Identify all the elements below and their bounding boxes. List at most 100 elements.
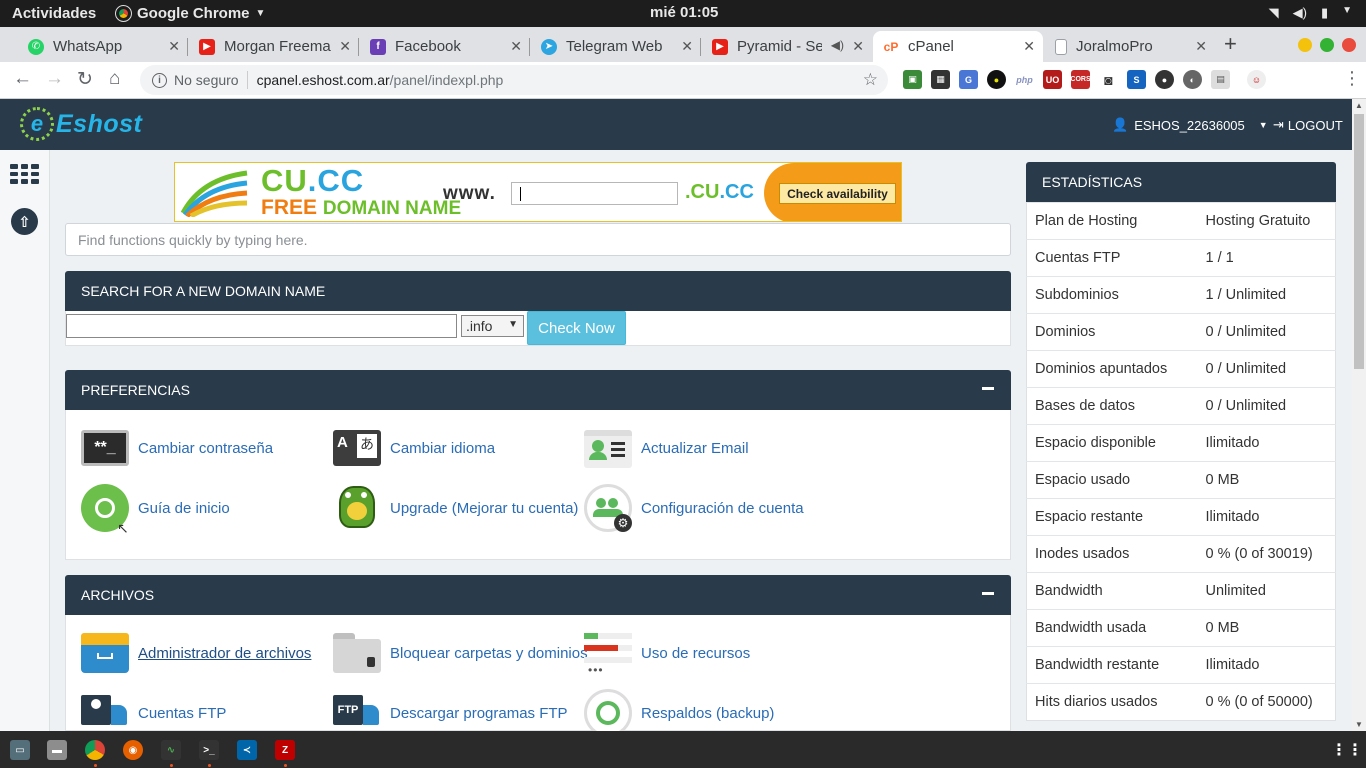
- collapse-icon[interactable]: [982, 592, 994, 595]
- collapse-icon[interactable]: [982, 387, 994, 390]
- maximize-button[interactable]: [1320, 38, 1334, 52]
- resource-usage-item[interactable]: ••• Uso de recursos: [584, 629, 750, 677]
- logout-button[interactable]: ⇥ LOGOUT: [1273, 117, 1343, 133]
- account-settings-item[interactable]: ⚙ Configuración de cuenta: [584, 484, 804, 532]
- security-label[interactable]: No seguro: [174, 72, 239, 88]
- back-button[interactable]: ←: [13, 68, 32, 90]
- stats-value: 0 % (0 of 30019): [1197, 535, 1336, 573]
- close-icon[interactable]: ✕: [168, 38, 180, 55]
- tab-youtube-morgan[interactable]: ▶ Morgan Freema ✕: [189, 31, 359, 62]
- tab-joralmopro[interactable]: JoralmoPro ✕: [1045, 31, 1215, 62]
- getting-started-item[interactable]: ↖ Guía de inicio: [81, 484, 230, 536]
- quick-find-input[interactable]: Find functions quickly by typing here.: [65, 223, 1011, 256]
- directory-privacy-item[interactable]: Bloquear carpetas y dominios: [333, 629, 588, 677]
- tab-label: Pyramid - Se: [737, 38, 822, 55]
- item-label: Actualizar Email: [641, 439, 749, 457]
- stats-value: Ilimitado: [1197, 646, 1336, 684]
- close-icon[interactable]: ✕: [852, 38, 864, 55]
- extension-icon[interactable]: ◐: [1183, 70, 1202, 89]
- profile-avatar[interactable]: ☺: [1247, 70, 1266, 89]
- tab-label: Morgan Freema: [224, 38, 331, 55]
- apps-grid-icon[interactable]: [10, 164, 39, 184]
- files-icon[interactable]: ▬: [47, 740, 67, 760]
- app-menu[interactable]: Google Chrome ▼: [115, 5, 265, 22]
- ftp-accounts-item[interactable]: Cuentas FTP: [81, 689, 226, 737]
- close-icon[interactable]: ✕: [339, 38, 351, 55]
- close-icon[interactable]: ✕: [510, 38, 522, 55]
- extension-icon[interactable]: S: [1127, 70, 1146, 89]
- dragon-icon: [333, 484, 381, 532]
- page-icon: [1055, 38, 1067, 55]
- terminal-icon[interactable]: >_: [199, 740, 219, 760]
- qr-code-icon[interactable]: ▦: [931, 70, 950, 89]
- audio-playing-icon[interactable]: ◀): [831, 38, 844, 52]
- extension-icon[interactable]: ●: [1155, 70, 1174, 89]
- vscode-icon[interactable]: ≺: [237, 740, 257, 760]
- url-host: cpanel.eshost.com.ar: [256, 72, 390, 88]
- stats-key: Inodes usados: [1026, 535, 1198, 573]
- update-email-item[interactable]: Actualizar Email: [584, 424, 749, 472]
- extension-icon[interactable]: ▣: [903, 70, 922, 89]
- upload-icon[interactable]: ⇧: [11, 208, 38, 235]
- new-tab-button[interactable]: +: [1224, 31, 1237, 57]
- grid-cell: [10, 164, 18, 169]
- tab-whatsapp[interactable]: ✆ WhatsApp ✕: [18, 31, 188, 62]
- domain-search-input[interactable]: [66, 314, 457, 338]
- close-icon[interactable]: ✕: [1023, 38, 1035, 55]
- clock[interactable]: mié 01:05: [650, 4, 718, 21]
- banner-domain-input[interactable]: [511, 182, 678, 205]
- activities-button[interactable]: Actividades: [12, 5, 96, 22]
- browser-menu-button[interactable]: ⋮: [1343, 68, 1361, 89]
- backup-item[interactable]: Respaldos (backup): [584, 689, 774, 737]
- reload-button[interactable]: ↻: [77, 68, 93, 91]
- file-manager-item[interactable]: Administrador de archivos: [81, 629, 311, 677]
- system-tray[interactable]: ◥ ◀) ▮ ▼: [1269, 5, 1352, 21]
- page-scrollbar[interactable]: ▲ ▼: [1352, 99, 1366, 731]
- tab-telegram[interactable]: ➤ Telegram Web ✕: [531, 31, 701, 62]
- running-indicator: [170, 764, 173, 767]
- chrome-icon[interactable]: [85, 740, 105, 760]
- contact-card-icon: [584, 424, 632, 472]
- show-applications-icon[interactable]: ⋮⋮: [1331, 740, 1363, 760]
- check-availability-button[interactable]: Check availability: [779, 183, 896, 204]
- close-window-button[interactable]: [1342, 38, 1356, 52]
- tld-select[interactable]: .info ▼: [461, 315, 524, 337]
- scrollbar-thumb[interactable]: [1354, 114, 1364, 369]
- page-icon[interactable]: ▤: [1211, 70, 1230, 89]
- forward-button[interactable]: →: [45, 68, 64, 90]
- firefox-icon[interactable]: ◉: [123, 740, 143, 760]
- show-desktop-icon[interactable]: ▭: [10, 740, 30, 760]
- translate-icon[interactable]: G: [959, 70, 978, 89]
- upgrade-item[interactable]: Upgrade (Mejorar tu cuenta): [333, 484, 578, 532]
- eshost-logo[interactable]: e Eshost: [20, 107, 142, 141]
- preferencias-header[interactable]: PREFERENCIAS: [65, 370, 1011, 410]
- check-now-button[interactable]: Check Now: [527, 311, 626, 345]
- close-icon[interactable]: ✕: [681, 38, 693, 55]
- tab-facebook[interactable]: f Facebook ✕: [360, 31, 530, 62]
- close-icon[interactable]: ✕: [1195, 38, 1207, 55]
- user-menu[interactable]: 👤 ESHOS_22636005 ▼: [1112, 117, 1268, 133]
- info-icon[interactable]: i: [152, 72, 167, 88]
- change-language-item[interactable]: A あ Cambiar idioma: [333, 424, 495, 472]
- stats-key: Subdominios: [1026, 276, 1198, 314]
- ublock-icon[interactable]: UO: [1043, 70, 1062, 89]
- scroll-down-arrow[interactable]: ▼: [1355, 720, 1363, 729]
- address-bar[interactable]: i No seguro cpanel.eshost.com.ar/panel/i…: [140, 65, 888, 95]
- archivos-header[interactable]: ARCHIVOS: [65, 575, 1011, 615]
- banner-domain-name: DOMAIN NAME: [322, 198, 462, 219]
- php-icon[interactable]: php: [1015, 70, 1034, 89]
- filezilla-icon[interactable]: Z: [275, 740, 295, 760]
- home-button[interactable]: ⌂: [109, 68, 120, 90]
- cors-icon[interactable]: CORS: [1070, 70, 1091, 89]
- scroll-up-arrow[interactable]: ▲: [1355, 101, 1363, 110]
- ftp-programs-item[interactable]: FTP Descargar programas FTP: [333, 689, 568, 737]
- tab-youtube-pyramid[interactable]: ▶ Pyramid - Se ◀) ✕: [702, 31, 872, 62]
- bookmark-star-icon[interactable]: ☆: [863, 70, 878, 90]
- minimize-button[interactable]: [1298, 38, 1312, 52]
- extension-icon[interactable]: ●: [987, 70, 1006, 89]
- change-password-item[interactable]: **_ Cambiar contraseña: [81, 424, 273, 472]
- camera-icon[interactable]: ◙: [1099, 70, 1118, 89]
- system-monitor-icon[interactable]: ∿: [161, 740, 181, 760]
- tab-cpanel[interactable]: cP cPanel ✕: [873, 31, 1043, 62]
- cu-cc-banner-ad[interactable]: CU.CC FREE DOMAIN NAME www. .CU.CC Check…: [174, 162, 902, 222]
